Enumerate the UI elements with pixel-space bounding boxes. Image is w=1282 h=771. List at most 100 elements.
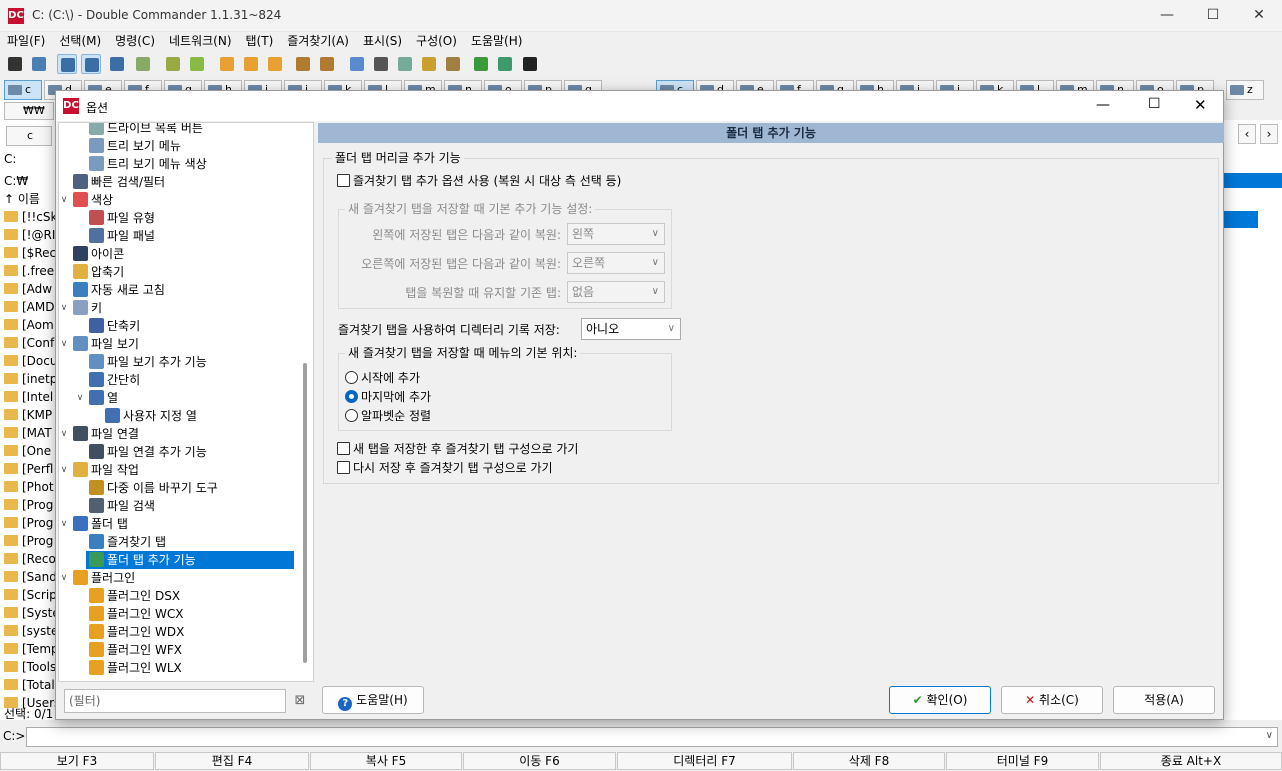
tree-item[interactable]: 플러그인	[70, 569, 138, 587]
expand-chevron-icon[interactable]: ∨	[59, 299, 69, 317]
scroll-left-button[interactable]: ‹	[1238, 124, 1256, 144]
list-item[interactable]: [inetp	[4, 370, 56, 388]
menu-item[interactable]: 표시(S)	[356, 32, 409, 50]
minimize-button[interactable]: —	[1144, 0, 1190, 32]
terminal-button[interactable]	[5, 54, 25, 74]
list-item[interactable]: [Total	[4, 676, 56, 694]
left-path-box[interactable]: C:	[4, 152, 16, 166]
drive-button-z[interactable]: z	[1226, 80, 1264, 100]
tree-item[interactable]: 아이콘	[70, 245, 127, 263]
filter-input[interactable]: (필터)	[64, 689, 286, 713]
tree-item[interactable]: 자동 새로 고침	[70, 281, 168, 299]
menu-item[interactable]: 탭(T)	[239, 32, 281, 50]
ok-button[interactable]: ✔ 확인(O)	[889, 686, 991, 714]
tree-item[interactable]: 플러그인 WLX	[86, 659, 185, 677]
menu-item[interactable]: 선택(M)	[52, 32, 108, 50]
fkey-button[interactable]: 삭제 F8	[793, 752, 945, 770]
tree-item[interactable]: 단축키	[86, 317, 143, 335]
list-item[interactable]: [Perfl	[4, 460, 56, 478]
tree-item[interactable]: 플러그인 WFX	[86, 641, 185, 659]
menu-item[interactable]: 명령(C)	[108, 32, 162, 50]
search-button[interactable]	[371, 54, 391, 74]
right-restore-select[interactable]: 오른쪽 ∨	[567, 252, 665, 274]
menu-item[interactable]: 구성(O)	[409, 32, 464, 50]
goto-after-resave-checkbox[interactable]: 다시 저장 후 즐겨찾기 탭 구성으로 가기	[337, 460, 553, 476]
checkbox-box[interactable]	[337, 461, 350, 474]
expand-chevron-icon[interactable]: ∨	[59, 425, 69, 443]
column-header-name[interactable]: ↑ 이름	[4, 190, 56, 208]
compare-button[interactable]	[347, 54, 367, 74]
fkey-button[interactable]: 터미널 F9	[946, 752, 1099, 770]
radio-circle[interactable]	[345, 409, 358, 422]
tree-item[interactable]: 폴더 탭	[70, 515, 131, 533]
drive-button-c[interactable]: c	[4, 80, 42, 100]
tree-item[interactable]: 빠른 검색/필터	[70, 173, 168, 191]
list-item[interactable]: [Conf	[4, 334, 56, 352]
help-button[interactable]: ? 도움말(H)	[322, 686, 424, 714]
cancel-button[interactable]: ✕ 취소(C)	[1001, 686, 1103, 714]
menu-item[interactable]: 네트워크(N)	[162, 32, 239, 50]
list-item[interactable]: [Intel	[4, 388, 56, 406]
list-item[interactable]: [Sand	[4, 568, 56, 586]
list-item[interactable]: [syste	[4, 622, 56, 640]
checkbox-box[interactable]	[337, 174, 350, 187]
list-item[interactable]: [MAT	[4, 424, 56, 442]
tree-item[interactable]: 파일 보기	[70, 335, 142, 353]
expand-chevron-icon[interactable]: ∨	[59, 191, 69, 209]
tree-item[interactable]: 키	[70, 299, 105, 317]
fkey-button[interactable]: 편집 F4	[155, 752, 309, 770]
minimize-button[interactable]: —	[1096, 97, 1110, 113]
checkbox-box[interactable]	[337, 442, 350, 455]
menu-position-radio[interactable]: 마지막에 추가	[345, 389, 431, 405]
tree-item[interactable]: 다중 이름 바꾸기 도구	[86, 479, 221, 497]
list-item[interactable]: [Prog	[4, 532, 56, 550]
tree-item[interactable]: 색상	[70, 191, 116, 209]
delete-button[interactable]	[265, 54, 285, 74]
full-view-button[interactable]	[81, 54, 101, 74]
expand-chevron-icon[interactable]: ∨	[59, 515, 69, 533]
expand-chevron-icon[interactable]: ∨	[59, 335, 69, 353]
gear-button[interactable]	[29, 54, 49, 74]
pack-button[interactable]	[293, 54, 313, 74]
tree-item[interactable]: 플러그인 DSX	[86, 587, 183, 605]
fkey-button[interactable]: 복사 F5	[310, 752, 462, 770]
fkey-button[interactable]: 디렉터리 F7	[617, 752, 792, 770]
tree-item[interactable]: 트리 보기 메뉴 색상	[86, 155, 210, 173]
expand-chevron-icon[interactable]: ∨	[59, 461, 69, 479]
seven-zip-button[interactable]	[520, 54, 540, 74]
favorite-button[interactable]	[419, 54, 439, 74]
goto-after-save-checkbox[interactable]: 새 탭을 저장한 후 즐겨찾기 탭 구성으로 가기	[337, 441, 578, 457]
right-selected-row[interactable]	[1224, 211, 1258, 228]
menu-position-radio[interactable]: 알파벳순 정렬	[345, 408, 431, 424]
list-item[interactable]: [One	[4, 442, 56, 460]
apply-button[interactable]: 적용(A)	[1113, 686, 1215, 714]
menu-item[interactable]: 도움말(H)	[464, 32, 530, 50]
clear-filter-icon[interactable]: ⊠	[292, 693, 308, 709]
list-item[interactable]: [Reco	[4, 550, 56, 568]
go-back-button[interactable]	[163, 54, 183, 74]
close-button[interactable]: ✕	[1194, 96, 1207, 114]
fkey-button[interactable]: 종료 Alt+X	[1100, 752, 1282, 770]
tree-item[interactable]: 파일 연결 추가 기능	[86, 443, 210, 461]
menu-position-radio[interactable]: 시작에 추가	[345, 370, 420, 386]
list-item[interactable]: [Tools	[4, 658, 56, 676]
fkey-button[interactable]: 보기 F3	[0, 752, 154, 770]
list-item[interactable]: [AMD	[4, 298, 56, 316]
list-item[interactable]: [Prog	[4, 514, 56, 532]
tree-item[interactable]: 트리 보기 메뉴	[86, 137, 184, 155]
list-item[interactable]: [Prog	[4, 496, 56, 514]
tree-item[interactable]: 즐겨찾기 탭	[86, 533, 169, 551]
tree-item[interactable]: 폴더 탭 추가 기능	[86, 551, 294, 569]
list-item[interactable]: [Adw	[4, 280, 56, 298]
close-button[interactable]: ✕	[1236, 0, 1282, 32]
list-item[interactable]: [!!cSk	[4, 208, 56, 226]
note-button[interactable]	[495, 54, 515, 74]
list-item[interactable]: [Aom	[4, 316, 56, 334]
tree-item[interactable]: 드라이브 목록 버튼	[86, 123, 206, 137]
expand-chevron-icon[interactable]: ∨	[75, 389, 85, 407]
list-item[interactable]: [Scrip	[4, 586, 56, 604]
left-tab[interactable]: ₩₩	[4, 102, 54, 120]
list-item[interactable]: [Syste	[4, 604, 56, 622]
command-input[interactable]: ∨	[26, 727, 1278, 747]
tree-item[interactable]: 파일 보기 추가 기능	[86, 353, 210, 371]
